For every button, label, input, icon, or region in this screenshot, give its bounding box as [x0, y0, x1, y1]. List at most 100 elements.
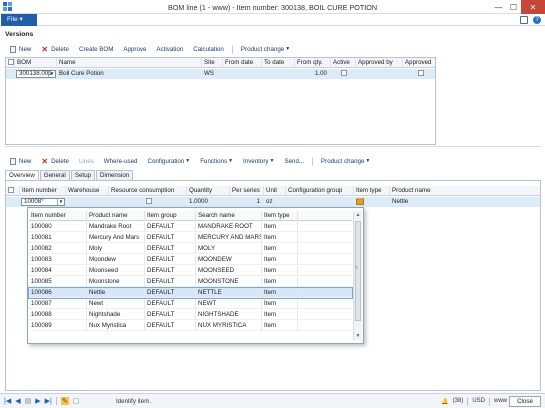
- configuration-menu[interactable]: Configuration ▼: [142, 155, 195, 167]
- lookup-row[interactable]: 100087 Newt DEFAULT NEWT Item: [29, 299, 352, 309]
- approved-by-cell[interactable]: [356, 69, 403, 79]
- column-header-bom[interactable]: BOM: [15, 58, 57, 68]
- lookup-row[interactable]: 100088 Nightshade DEFAULT NIGHTSHADE Item: [29, 310, 352, 320]
- lookup-row[interactable]: 100082 Moly DEFAULT MOLY Item: [29, 244, 352, 254]
- maximize-button[interactable]: ☐: [506, 0, 521, 14]
- column-header-to-date[interactable]: To date: [262, 58, 295, 68]
- activation-button[interactable]: Activation: [151, 43, 188, 55]
- lookup-column-search-name[interactable]: Search name: [196, 211, 262, 221]
- lookup-scrollbar[interactable]: ▲ ≡ ▼: [353, 211, 362, 340]
- resource-consumption-cell[interactable]: [109, 197, 187, 207]
- versions-product-change-menu[interactable]: Product change ▼: [236, 43, 295, 55]
- lines-row[interactable]: 10008° ▼ 1.0000 1 oz Nettle: [6, 197, 540, 207]
- lookup-row[interactable]: 100089 Nux Myristica DEFAULT NUX MYRISTICA I…: [29, 321, 352, 331]
- active-checkbox[interactable]: [341, 70, 347, 77]
- next-record-icon[interactable]: ▶: [35, 397, 40, 405]
- item-number-input[interactable]: 10008° ▼: [21, 198, 65, 206]
- approved-cell[interactable]: [403, 69, 436, 79]
- lines-new-button[interactable]: New: [5, 155, 36, 167]
- chevron-down-icon[interactable]: ▼: [57, 199, 64, 205]
- versions-delete-button[interactable]: ✕ Delete: [36, 43, 74, 55]
- lookup-row[interactable]: 100086 Nettle DEFAULT NETTLE Item: [28, 287, 353, 299]
- lookup-column-item-type[interactable]: Item type: [262, 211, 298, 221]
- unit-cell[interactable]: oz: [264, 197, 286, 207]
- functions-menu[interactable]: Functions ▼: [195, 155, 238, 167]
- column-header-item-number[interactable]: Item number: [20, 186, 66, 196]
- previous-record-icon[interactable]: ◀: [15, 397, 20, 405]
- product-name-cell[interactable]: Nettle: [390, 197, 541, 207]
- scroll-down-icon[interactable]: ▼: [354, 332, 362, 340]
- column-header-approved[interactable]: Approved: [403, 58, 436, 68]
- lookup-row[interactable]: 100085 Moonstone DEFAULT MOONSTONE Item: [29, 277, 352, 287]
- bom-combo[interactable]: 300138.001 ▼: [16, 70, 56, 78]
- lookup-row[interactable]: 100081 Mercury And Mars DEFAULT MERCURY AND…: [29, 233, 352, 243]
- configuration-group-cell[interactable]: [286, 197, 354, 207]
- where-used-button[interactable]: Where-used: [99, 155, 143, 167]
- file-menu-button[interactable]: File ▾: [1, 14, 37, 26]
- scroll-thumb[interactable]: [355, 221, 361, 321]
- bom-cell[interactable]: 300138.001 ▼: [15, 69, 57, 79]
- lookup-column-item-number[interactable]: Item number: [29, 211, 87, 221]
- chevron-down-icon[interactable]: ▼: [48, 71, 55, 77]
- to-date-cell[interactable]: [262, 69, 295, 79]
- column-header-quantity[interactable]: Quantity: [187, 186, 230, 196]
- select-all-column[interactable]: [6, 58, 15, 68]
- first-record-icon[interactable]: |◀: [4, 397, 11, 405]
- close-window-button[interactable]: ✕: [521, 0, 545, 14]
- lookup-row[interactable]: 100084 Moonseed DEFAULT MOONSEED Item: [29, 266, 352, 276]
- column-header-configuration-group[interactable]: Configuration group: [286, 186, 354, 196]
- lookup-column-item-group[interactable]: Item group: [145, 211, 196, 221]
- send-menu[interactable]: Send...: [279, 155, 309, 167]
- help-icon[interactable]: ?: [533, 16, 541, 24]
- window-layout-icon[interactable]: [520, 16, 528, 24]
- name-cell[interactable]: Boil Cure Potion: [57, 69, 202, 79]
- close-button[interactable]: Close: [509, 396, 541, 407]
- per-series-cell[interactable]: 1: [230, 197, 264, 207]
- record-list-icon[interactable]: ▤: [25, 397, 32, 405]
- column-header-approved-by[interactable]: Approved by: [356, 58, 403, 68]
- quantity-cell[interactable]: 1.0000: [187, 197, 230, 207]
- versions-new-button[interactable]: New: [5, 43, 36, 55]
- lines-delete-button[interactable]: ✕ Delete: [36, 155, 74, 167]
- column-header-per-series[interactable]: Per series: [230, 186, 264, 196]
- column-header-product-name[interactable]: Product name: [390, 186, 541, 196]
- select-all-checkbox[interactable]: [8, 187, 14, 194]
- last-record-icon[interactable]: ▶|: [45, 397, 52, 405]
- attach-icon[interactable]: ▢: [73, 397, 80, 405]
- approve-button[interactable]: Approve: [118, 43, 151, 55]
- lookup-column-product-name[interactable]: Product name: [87, 211, 145, 221]
- scroll-up-icon[interactable]: ▲: [354, 211, 362, 219]
- tab-dimension[interactable]: Dimension: [95, 170, 134, 180]
- from-date-cell[interactable]: [223, 69, 262, 79]
- lookup-row[interactable]: 100083 Moondew DEFAULT MOONDEW Item: [29, 255, 352, 265]
- column-header-from-date[interactable]: From date: [223, 58, 262, 68]
- company-indicator[interactable]: www: [494, 398, 507, 406]
- create-bom-button[interactable]: Create BOM: [74, 43, 118, 55]
- warehouse-cell[interactable]: [66, 197, 109, 207]
- column-header-active[interactable]: Active: [331, 58, 356, 68]
- active-cell[interactable]: [331, 69, 356, 79]
- tab-setup[interactable]: Setup: [70, 170, 95, 180]
- column-header-resource-consumption[interactable]: Resource consumption: [109, 186, 187, 196]
- calculation-button[interactable]: Calculation: [188, 43, 229, 55]
- item-number-cell[interactable]: 10008° ▼: [20, 197, 66, 207]
- column-header-name[interactable]: Name: [57, 58, 202, 68]
- select-all-checkbox[interactable]: [8, 59, 14, 66]
- lines-button[interactable]: Lines: [74, 155, 99, 167]
- edit-pencil-icon[interactable]: ✎: [60, 397, 69, 405]
- column-header-warehouse[interactable]: Warehouse: [66, 186, 109, 196]
- lines-product-change-menu[interactable]: Product change ▼: [316, 155, 375, 167]
- tab-general[interactable]: General: [39, 170, 70, 180]
- currency-indicator[interactable]: USD: [472, 398, 485, 406]
- minimize-button[interactable]: —: [491, 0, 506, 14]
- from-qty-cell[interactable]: 1.00: [295, 69, 331, 79]
- pane-splitter[interactable]: [5, 146, 541, 147]
- item-type-cell[interactable]: [354, 197, 390, 207]
- notification-bell-icon[interactable]: 🔔: [441, 398, 448, 406]
- approved-checkbox[interactable]: [417, 70, 424, 77]
- resource-consumption-checkbox[interactable]: [145, 198, 152, 205]
- column-header-from-qty[interactable]: From qty.: [295, 58, 331, 68]
- column-header-site[interactable]: Site: [202, 58, 223, 68]
- column-header-item-type[interactable]: Item type: [354, 186, 390, 196]
- site-cell[interactable]: WS: [202, 69, 223, 79]
